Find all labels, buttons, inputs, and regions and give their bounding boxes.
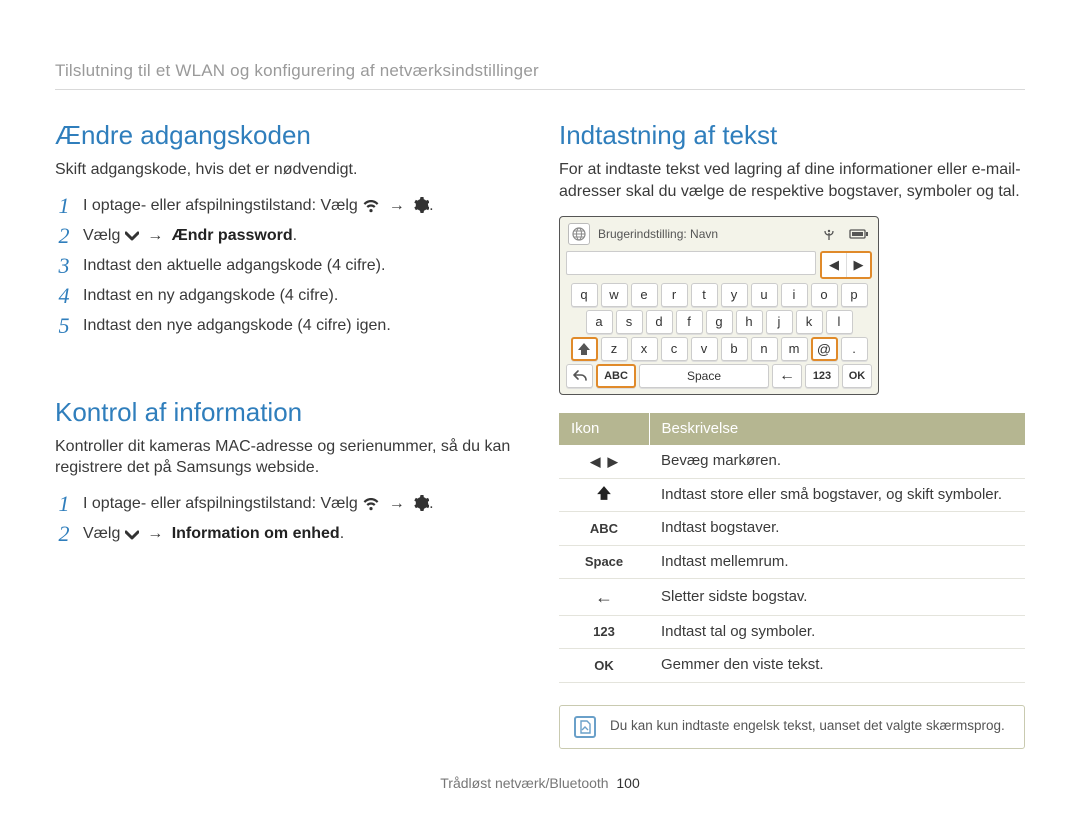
- step-text: Vælg → Information om enhed.: [83, 523, 521, 545]
- text-input[interactable]: [566, 251, 816, 275]
- icon-cell: OK: [559, 649, 649, 682]
- key-w[interactable]: w: [601, 283, 628, 307]
- key-z[interactable]: z: [601, 337, 628, 361]
- table-header-desc: Beskrivelse: [649, 413, 1025, 445]
- key-@[interactable]: @: [811, 337, 838, 361]
- icon-cell: [559, 478, 649, 512]
- wifi-icon: [362, 197, 380, 214]
- key-i[interactable]: i: [781, 283, 808, 307]
- table-header-icon: Ikon: [559, 413, 649, 445]
- key-o[interactable]: o: [811, 283, 838, 307]
- table-row: ◀ ▶Bevæg markøren.: [559, 445, 1025, 478]
- key-d[interactable]: d: [646, 310, 673, 334]
- key-b[interactable]: b: [721, 337, 748, 361]
- table-row: SpaceIndtast mellemrum.: [559, 545, 1025, 578]
- heading-change-password: Ændre adgangskoden: [55, 118, 521, 153]
- key-n[interactable]: n: [751, 337, 778, 361]
- key-a[interactable]: a: [586, 310, 613, 334]
- table-row: ABCIndtast bogstaver.: [559, 512, 1025, 545]
- step-number: 4: [55, 285, 73, 307]
- chevron-down-icon: [125, 227, 139, 243]
- step-number: 1: [55, 493, 73, 515]
- battery-icon: [848, 226, 870, 242]
- cursor-left-icon[interactable]: ◀: [822, 253, 846, 277]
- step-number: 3: [55, 255, 73, 277]
- page-footer: Trådløst netværk/Bluetooth 100: [0, 774, 1080, 793]
- abc-key[interactable]: ABC: [596, 364, 636, 388]
- table-row: OKGemmer den viste tekst.: [559, 649, 1025, 682]
- step-text: Indtast en ny adgangskode (4 cifre).: [83, 285, 521, 307]
- key-l[interactable]: l: [826, 310, 853, 334]
- key-.[interactable]: .: [841, 337, 868, 361]
- desc-cell: Indtast mellemrum.: [649, 545, 1025, 578]
- note-text: Du kan kun indtaste engelsk tekst, uanse…: [610, 717, 1005, 735]
- step-text: Vælg → Ændr password.: [83, 225, 521, 247]
- desc-cell: Indtast bogstaver.: [649, 512, 1025, 545]
- desc-cell: Indtast store eller små bogstaver, og sk…: [649, 478, 1025, 512]
- chevron-down-icon: [125, 526, 139, 542]
- cursor-right-icon[interactable]: ▶: [846, 253, 870, 277]
- undo-key[interactable]: [566, 364, 593, 388]
- step-number: 2: [55, 523, 73, 545]
- key-m[interactable]: m: [781, 337, 808, 361]
- onscreen-keyboard: Brugerindstilling: Navn ◀ ▶: [559, 216, 879, 395]
- table-row: Indtast store eller små bogstaver, og sk…: [559, 478, 1025, 512]
- table-row: 123Indtast tal og symboler.: [559, 616, 1025, 649]
- keyboard-title: Brugerindstilling: Navn: [598, 226, 718, 242]
- step-text: I optage- eller afspilningstilstand: Væl…: [83, 493, 521, 515]
- numeric-key[interactable]: 123: [805, 364, 839, 388]
- desc-cell: Bevæg markøren.: [649, 445, 1025, 478]
- key-u[interactable]: u: [751, 283, 778, 307]
- key-y[interactable]: y: [721, 283, 748, 307]
- desc-cell: Sletter sidste bogstav.: [649, 578, 1025, 615]
- step-number: 2: [55, 225, 73, 247]
- icon-cell: 123: [559, 616, 649, 649]
- space-key[interactable]: Space: [639, 364, 769, 388]
- gear-icon: [413, 197, 429, 214]
- heading-check-info: Kontrol af information: [55, 395, 521, 430]
- key-f[interactable]: f: [676, 310, 703, 334]
- key-p[interactable]: p: [841, 283, 868, 307]
- step-text: I optage- eller afspilningstilstand: Væl…: [83, 195, 521, 217]
- key-s[interactable]: s: [616, 310, 643, 334]
- key-r[interactable]: r: [661, 283, 688, 307]
- key-v[interactable]: v: [691, 337, 718, 361]
- key-h[interactable]: h: [736, 310, 763, 334]
- icon-description-table: Ikon Beskrivelse ◀ ▶Bevæg markøren.Indta…: [559, 413, 1025, 682]
- key-q[interactable]: q: [571, 283, 598, 307]
- key-g[interactable]: g: [706, 310, 733, 334]
- step-text: Indtast den aktuelle adgangskode (4 cifr…: [83, 255, 521, 277]
- signal-icon: [818, 226, 840, 242]
- gear-icon: [413, 495, 429, 512]
- icon-cell: ◀ ▶: [559, 445, 649, 478]
- breadcrumb: Tilslutning til et WLAN og konfigurering…: [55, 60, 1025, 90]
- intro-text-entry: For at indtaste tekst ved lagring af din…: [559, 159, 1025, 202]
- ok-key[interactable]: OK: [842, 364, 872, 388]
- step-number: 1: [55, 195, 73, 217]
- icon-cell: ABC: [559, 512, 649, 545]
- intro-change-password: Skift adgangskode, hvis det er nødvendig…: [55, 159, 521, 181]
- note-icon: [574, 716, 596, 738]
- globe-icon: [568, 223, 590, 245]
- step-text: Indtast den nye adgangskode (4 cifre) ig…: [83, 315, 521, 337]
- cursor-nav[interactable]: ◀ ▶: [820, 251, 872, 279]
- note-box: Du kan kun indtaste engelsk tekst, uanse…: [559, 705, 1025, 749]
- key-t[interactable]: t: [691, 283, 718, 307]
- wifi-icon: [362, 495, 380, 512]
- table-row: ←Sletter sidste bogstav.: [559, 578, 1025, 615]
- key-c[interactable]: c: [661, 337, 688, 361]
- key-j[interactable]: j: [766, 310, 793, 334]
- icon-cell: Space: [559, 545, 649, 578]
- icon-cell: ←: [559, 578, 649, 615]
- key-x[interactable]: x: [631, 337, 658, 361]
- intro-check-info: Kontroller dit kameras MAC-adresse og se…: [55, 436, 521, 479]
- key-k[interactable]: k: [796, 310, 823, 334]
- desc-cell: Gemmer den viste tekst.: [649, 649, 1025, 682]
- shift-key[interactable]: [571, 337, 598, 361]
- key-e[interactable]: e: [631, 283, 658, 307]
- step-number: 5: [55, 315, 73, 337]
- backspace-key[interactable]: ←: [772, 364, 802, 388]
- heading-text-entry: Indtastning af tekst: [559, 118, 1025, 153]
- desc-cell: Indtast tal og symboler.: [649, 616, 1025, 649]
